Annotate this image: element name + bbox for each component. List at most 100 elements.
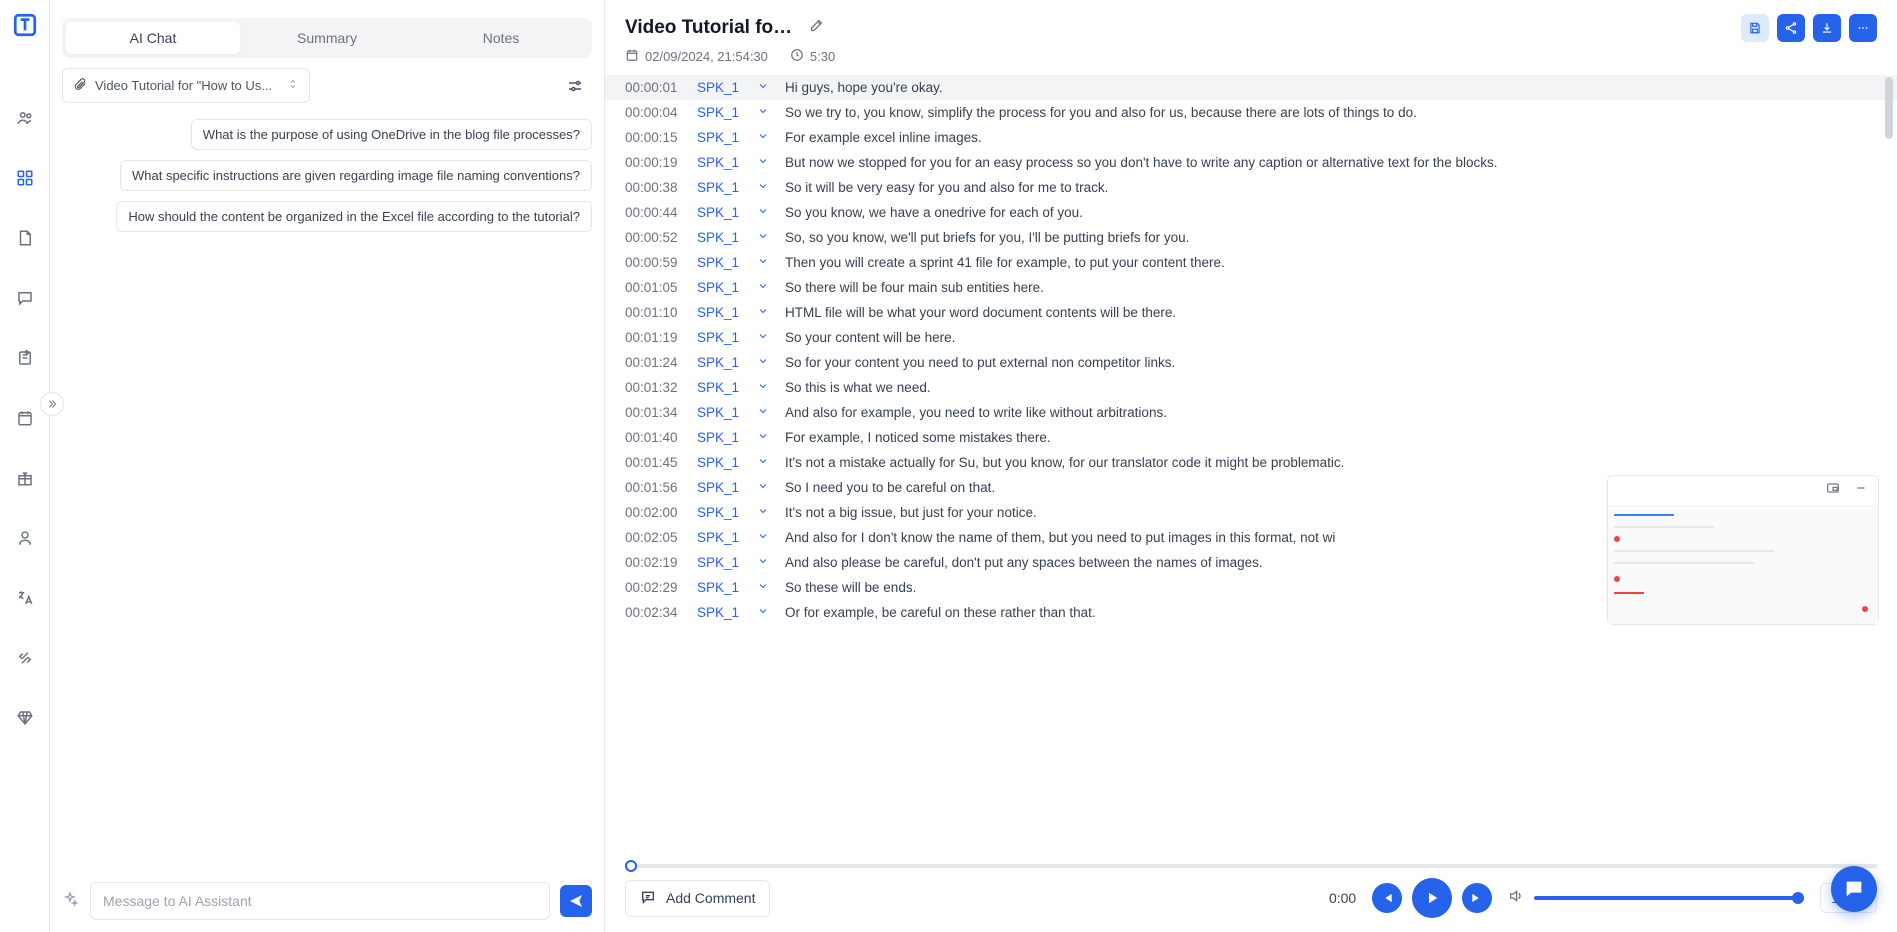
chevron-down-icon[interactable] xyxy=(757,380,773,395)
speaker-label[interactable]: SPK_1 xyxy=(697,605,745,620)
minimize-button[interactable] xyxy=(1854,481,1868,500)
chevron-down-icon[interactable] xyxy=(757,405,773,420)
transcript-row[interactable]: 00:01:45SPK_1It's not a mistake actually… xyxy=(605,450,1897,475)
timestamp[interactable]: 00:00:38 xyxy=(625,180,685,195)
nav-document-icon[interactable] xyxy=(5,218,45,258)
chevron-down-icon[interactable] xyxy=(757,105,773,120)
chevron-down-icon[interactable] xyxy=(757,430,773,445)
timestamp[interactable]: 00:01:10 xyxy=(625,305,685,320)
speaker-label[interactable]: SPK_1 xyxy=(697,455,745,470)
timeline-handle[interactable] xyxy=(625,860,637,872)
send-button[interactable] xyxy=(560,885,592,917)
share-button[interactable] xyxy=(1777,14,1805,42)
chevron-down-icon[interactable] xyxy=(757,530,773,545)
transcript-row[interactable]: 00:00:52SPK_1So, so you know, we'll put … xyxy=(605,225,1897,250)
speaker-label[interactable]: SPK_1 xyxy=(697,330,745,345)
timestamp[interactable]: 00:00:01 xyxy=(625,80,685,95)
transcript-row[interactable]: 00:00:44SPK_1So you know, we have a oned… xyxy=(605,200,1897,225)
nav-gift-icon[interactable] xyxy=(5,458,45,498)
timestamp[interactable]: 00:01:40 xyxy=(625,430,685,445)
chevron-down-icon[interactable] xyxy=(757,180,773,195)
timestamp[interactable]: 00:00:19 xyxy=(625,155,685,170)
timestamp[interactable]: 00:01:19 xyxy=(625,330,685,345)
prev-button[interactable] xyxy=(1372,883,1402,913)
speaker-label[interactable]: SPK_1 xyxy=(697,430,745,445)
chevron-down-icon[interactable] xyxy=(757,255,773,270)
add-comment-button[interactable]: Add Comment xyxy=(625,880,770,917)
chevron-down-icon[interactable] xyxy=(757,555,773,570)
nav-diamond-icon[interactable] xyxy=(5,698,45,738)
nav-people-icon[interactable] xyxy=(5,98,45,138)
timestamp[interactable]: 00:02:05 xyxy=(625,530,685,545)
speaker-label[interactable]: SPK_1 xyxy=(697,580,745,595)
message-input[interactable] xyxy=(90,882,550,920)
chevron-down-icon[interactable] xyxy=(757,505,773,520)
speaker-label[interactable]: SPK_1 xyxy=(697,280,745,295)
timestamp[interactable]: 00:02:29 xyxy=(625,580,685,595)
chevron-down-icon[interactable] xyxy=(757,155,773,170)
speaker-label[interactable]: SPK_1 xyxy=(697,180,745,195)
chevron-down-icon[interactable] xyxy=(757,280,773,295)
transcript-row[interactable]: 00:01:34SPK_1And also for example, you n… xyxy=(605,400,1897,425)
edit-title-button[interactable] xyxy=(809,18,824,38)
save-button[interactable] xyxy=(1741,14,1769,42)
speaker-label[interactable]: SPK_1 xyxy=(697,155,745,170)
timestamp[interactable]: 00:02:34 xyxy=(625,605,685,620)
speaker-label[interactable]: SPK_1 xyxy=(697,505,745,520)
speaker-label[interactable]: SPK_1 xyxy=(697,130,745,145)
more-button[interactable] xyxy=(1849,14,1877,42)
transcript[interactable]: 00:00:01SPK_1Hi guys, hope you're okay.0… xyxy=(605,75,1897,858)
transcript-row[interactable]: 00:00:15SPK_1For example excel inline im… xyxy=(605,125,1897,150)
tab-ai-chat[interactable]: AI Chat xyxy=(66,22,240,54)
chevron-down-icon[interactable] xyxy=(757,480,773,495)
suggestion-item[interactable]: What is the purpose of using OneDrive in… xyxy=(191,119,592,150)
suggestion-item[interactable]: How should the content be organized in t… xyxy=(116,201,592,232)
play-button[interactable] xyxy=(1412,878,1452,918)
download-button[interactable] xyxy=(1813,14,1841,42)
video-preview-body[interactable] xyxy=(1608,506,1878,624)
speaker-label[interactable]: SPK_1 xyxy=(697,380,745,395)
chevron-down-icon[interactable] xyxy=(757,80,773,95)
chevron-down-icon[interactable] xyxy=(757,305,773,320)
timestamp[interactable]: 00:01:45 xyxy=(625,455,685,470)
speaker-label[interactable]: SPK_1 xyxy=(697,555,745,570)
transcript-row[interactable]: 00:00:19SPK_1But now we stopped for you … xyxy=(605,150,1897,175)
speaker-label[interactable]: SPK_1 xyxy=(697,355,745,370)
transcript-row[interactable]: 00:01:05SPK_1So there will be four main … xyxy=(605,275,1897,300)
timestamp[interactable]: 00:02:00 xyxy=(625,505,685,520)
speaker-label[interactable]: SPK_1 xyxy=(697,105,745,120)
timestamp[interactable]: 00:00:44 xyxy=(625,205,685,220)
speaker-label[interactable]: SPK_1 xyxy=(697,305,745,320)
help-chat-button[interactable] xyxy=(1831,866,1877,912)
speaker-label[interactable]: SPK_1 xyxy=(697,205,745,220)
transcript-row[interactable]: 00:01:40SPK_1For example, I noticed some… xyxy=(605,425,1897,450)
chevron-down-icon[interactable] xyxy=(757,605,773,620)
transcript-row[interactable]: 00:01:24SPK_1So for your content you nee… xyxy=(605,350,1897,375)
speaker-label[interactable]: SPK_1 xyxy=(697,480,745,495)
chevron-down-icon[interactable] xyxy=(757,580,773,595)
transcript-row[interactable]: 00:00:38SPK_1So it will be very easy for… xyxy=(605,175,1897,200)
speaker-label[interactable]: SPK_1 xyxy=(697,230,745,245)
volume-handle[interactable] xyxy=(1792,892,1804,904)
speaker-label[interactable]: SPK_1 xyxy=(697,255,745,270)
nav-calendar-icon[interactable] xyxy=(5,398,45,438)
next-button[interactable] xyxy=(1462,883,1492,913)
transcript-row[interactable]: 00:00:01SPK_1Hi guys, hope you're okay. xyxy=(605,75,1897,100)
nav-plug-icon[interactable] xyxy=(5,638,45,678)
speaker-label[interactable]: SPK_1 xyxy=(697,530,745,545)
timestamp[interactable]: 00:01:56 xyxy=(625,480,685,495)
suggestion-item[interactable]: What specific instructions are given reg… xyxy=(120,160,592,191)
tab-summary[interactable]: Summary xyxy=(240,22,414,54)
chevron-down-icon[interactable] xyxy=(757,355,773,370)
chevron-down-icon[interactable] xyxy=(757,130,773,145)
volume-slider[interactable] xyxy=(1534,896,1804,900)
file-select[interactable]: Video Tutorial for "How to Us... xyxy=(62,68,310,103)
transcript-row[interactable]: 00:00:59SPK_1Then you will create a spri… xyxy=(605,250,1897,275)
speaker-label[interactable]: SPK_1 xyxy=(697,80,745,95)
volume-icon[interactable] xyxy=(1508,888,1524,909)
transcript-row[interactable]: 00:01:32SPK_1So this is what we need. xyxy=(605,375,1897,400)
timestamp[interactable]: 00:00:04 xyxy=(625,105,685,120)
nav-chat-icon[interactable] xyxy=(5,278,45,318)
settings-sliders-button[interactable] xyxy=(558,69,592,103)
transcript-row[interactable]: 00:01:19SPK_1So your content will be her… xyxy=(605,325,1897,350)
